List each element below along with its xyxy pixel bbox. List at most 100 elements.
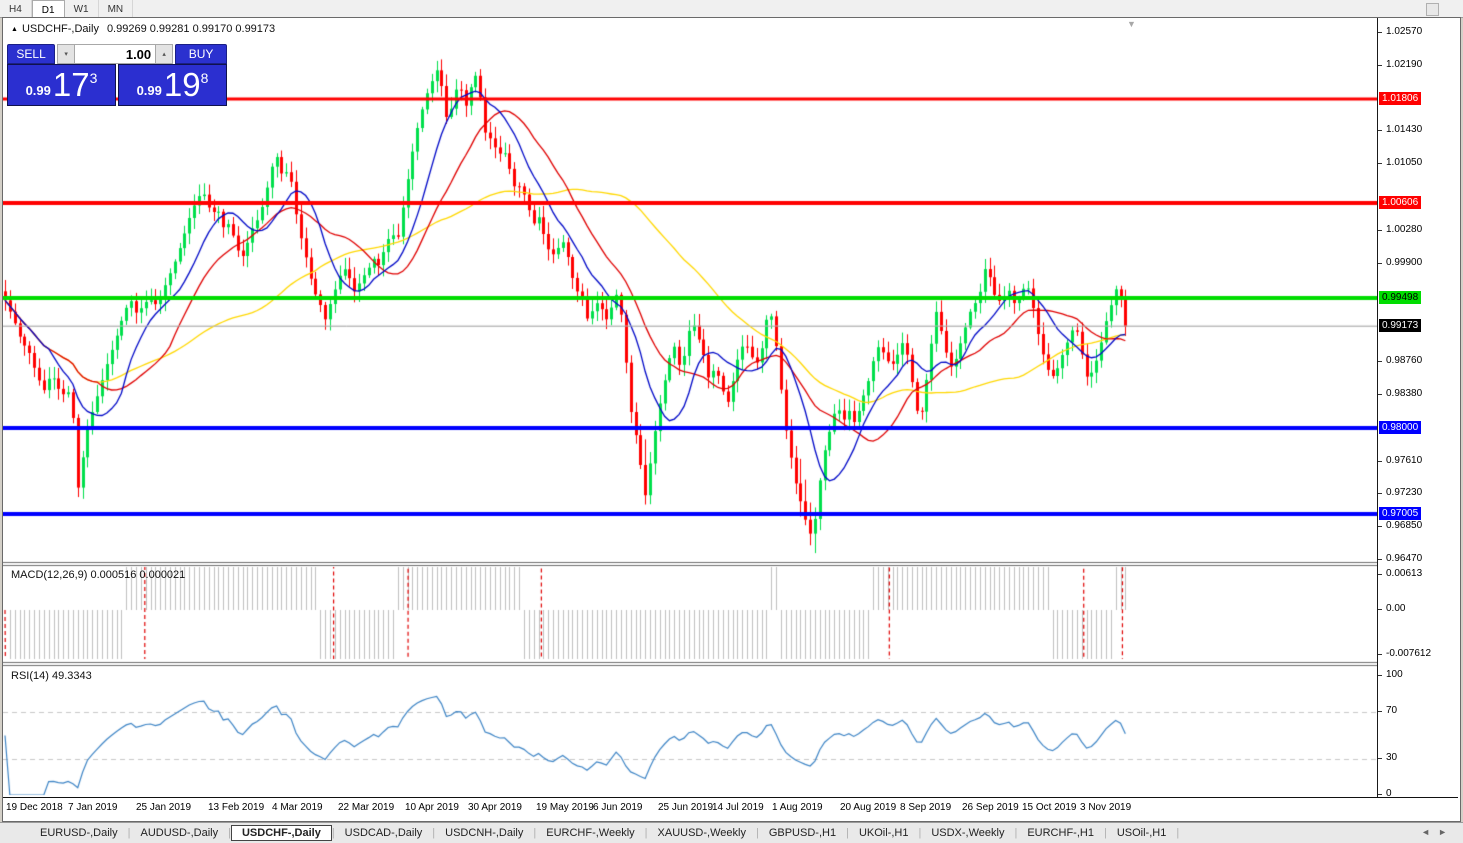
trading-terminal: H4 D1 W1 MN ▲ USDCHF-,Daily 0.99269 0.99281 0… (0, 0, 1463, 843)
price-tick: 1.02190 (1378, 59, 1422, 70)
chart-tab-usdchf-daily[interactable]: USDCHF-,Daily (230, 825, 332, 841)
scroll-position-marker-icon[interactable]: ▼ (1127, 19, 1136, 29)
timeframe-tab-w1[interactable]: W1 (65, 0, 99, 17)
sell-price-prefix: 0.99 (25, 82, 51, 98)
chart-tab-usdcad-daily[interactable]: USDCAD-,Daily (335, 825, 433, 841)
chart-tab-usoil-h1[interactable]: USOil-,H1 (1107, 825, 1177, 841)
buy-price-tile[interactable]: 0.99 19 8 (118, 64, 227, 106)
price-tick-label: 0.99900 (1386, 256, 1423, 268)
price-badge-support-line[interactable]: 0.97005 (1379, 506, 1422, 520)
timeframe-tab-d1[interactable]: D1 (31, 0, 65, 17)
timeframe-tab-h4[interactable]: H4 (0, 0, 32, 17)
price-tick-label: 0.98380 (1386, 387, 1423, 399)
toolbar-mini-button[interactable] (1426, 3, 1439, 16)
price-tick-label: 1.00280 (1386, 223, 1423, 235)
tab-scroll-right-icon[interactable]: ► (1438, 827, 1455, 837)
sell-price-pip: 3 (89, 70, 98, 86)
buy-price-big: 19 (163, 66, 201, 103)
price-tick-label: 1.02190 (1386, 58, 1423, 70)
date-label: 14 Jul 2019 (712, 802, 764, 813)
volume-stepper: ▾ ▴ (57, 44, 174, 64)
chart-tab-ukoil-h1[interactable]: UKOil-,H1 (849, 825, 919, 841)
chart-tab-eurchf-h1[interactable]: EURCHF-,H1 (1017, 825, 1104, 841)
price-axis[interactable]: 1.02570 1.02190 1.01430 1.01050 1.00280 0.999… (1377, 18, 1459, 799)
tick-dash (1378, 163, 1382, 165)
date-label: 13 Feb 2019 (208, 802, 265, 813)
volume-increase-icon[interactable]: ▴ (155, 44, 174, 64)
tick-dash (1378, 130, 1382, 132)
tick-dash (1378, 654, 1382, 655)
tick-dash (1378, 361, 1382, 363)
chart-tab-xauusd-weekly[interactable]: XAUUSD-,Weekly (648, 825, 756, 841)
price-tick: 0.99900 (1378, 257, 1422, 268)
timeframe-tab-mn[interactable]: MN (99, 0, 134, 17)
price-badge-resistance-line[interactable]: 1.00606 (1379, 195, 1422, 209)
tick-dash (1378, 460, 1382, 462)
collapse-icon[interactable]: ▲ (11, 26, 18, 33)
price-tick-label: 0.97610 (1386, 454, 1423, 466)
volume-input[interactable] (75, 44, 156, 64)
price-tick-label: 0.96470 (1386, 553, 1423, 564)
volume-decrease-icon[interactable]: ▾ (57, 44, 76, 64)
main-chart-canvas[interactable] (3, 18, 1377, 797)
tab-scroll-left-icon[interactable]: ◄ (1421, 827, 1438, 837)
chart-tab-gbpusd-h1[interactable]: GBPUSD-,H1 (759, 825, 846, 841)
date-label: 22 Mar 2019 (338, 802, 395, 813)
tick-dash (1378, 393, 1382, 395)
price-tick-label: 1.01430 (1386, 124, 1423, 136)
chart-title: ▲ USDCHF-,Daily 0.99269 0.99281 0.99170 0.… (11, 23, 275, 35)
tick-dash (1378, 710, 1382, 712)
macd-label: MACD(12,26,9) 0.000516 0.000021 (11, 569, 186, 581)
tick-dash (1378, 675, 1382, 676)
price-tick: 1.01430 (1378, 124, 1422, 135)
macd-axis-label: -0.007612 (1378, 648, 1431, 659)
tick-dash (1378, 32, 1382, 33)
tick-dash (1378, 559, 1382, 560)
buy-price-pip: 8 (200, 70, 209, 86)
price-tick: 0.96470 (1378, 553, 1422, 564)
chart-tab-eurusd-daily[interactable]: EURUSD-,Daily (30, 825, 128, 841)
price-tick: 1.02570 (1378, 26, 1422, 37)
tick-dash (1378, 493, 1382, 495)
tick-dash (1378, 526, 1382, 528)
price-tick: 0.97230 (1378, 487, 1422, 498)
date-label: 19 Dec 2018 (6, 802, 63, 813)
rsi-axis-value: 70 (1386, 704, 1398, 716)
sell-price-tile[interactable]: 0.99 17 3 (7, 64, 116, 106)
date-label: 4 Mar 2019 (272, 802, 323, 813)
price-badge-support-line[interactable]: 0.98000 (1379, 420, 1422, 434)
buy-button[interactable]: BUY (175, 44, 227, 64)
macd-axis-value: 0.00613 (1386, 568, 1423, 579)
price-tick-label: 0.98760 (1386, 355, 1423, 367)
price-badge-resistance-line[interactable]: 1.01806 (1379, 92, 1422, 105)
date-label: 20 Aug 2019 (840, 802, 897, 813)
chart-tab-usdx-weekly[interactable]: USDX-,Weekly (921, 825, 1014, 841)
price-tick-label: 0.97230 (1386, 487, 1423, 499)
price-tick: 0.97610 (1378, 455, 1422, 466)
price-tick-label: 1.02570 (1386, 26, 1423, 37)
macd-axis-label: 0.00613 (1378, 568, 1422, 579)
sell-price-big: 17 (52, 66, 90, 103)
macd-axis-value: -0.007612 (1386, 648, 1432, 659)
tab-separator: | (1176, 827, 1180, 839)
rsi-axis-label: 100 (1378, 669, 1403, 680)
chart-tab-audusd-daily[interactable]: AUDUSD-,Daily (130, 825, 228, 841)
price-tick-label: 1.01050 (1386, 157, 1423, 169)
rsi-axis-label: 30 (1378, 752, 1397, 763)
time-axis[interactable]: 19 Dec 2018 7 Jan 2019 25 Jan 2019 13 Feb 2… (3, 797, 1458, 820)
date-label: 19 May 2019 (536, 802, 594, 813)
sell-button[interactable]: SELL (7, 44, 56, 64)
tick-dash (1378, 758, 1382, 760)
price-badge-pivot-line[interactable]: 0.99498 (1379, 291, 1422, 305)
chart-tab-usdcnh-daily[interactable]: USDCNH-,Daily (435, 825, 533, 841)
tick-dash (1378, 262, 1382, 264)
chart-tab-eurchf-weekly[interactable]: EURCHF-,Weekly (536, 825, 644, 841)
price-tick: 0.98760 (1378, 355, 1422, 366)
price-badge-current-price: 0.99173 (1379, 319, 1422, 333)
date-label: 7 Jan 2019 (68, 802, 118, 813)
timeframe-toolbar: H4 D1 W1 MN (0, 0, 1463, 18)
buy-price-prefix: 0.99 (136, 82, 162, 98)
date-label: 15 Oct 2019 (1022, 802, 1077, 813)
date-label: 6 Jun 2019 (593, 802, 643, 813)
date-label: 10 Apr 2019 (405, 802, 459, 813)
